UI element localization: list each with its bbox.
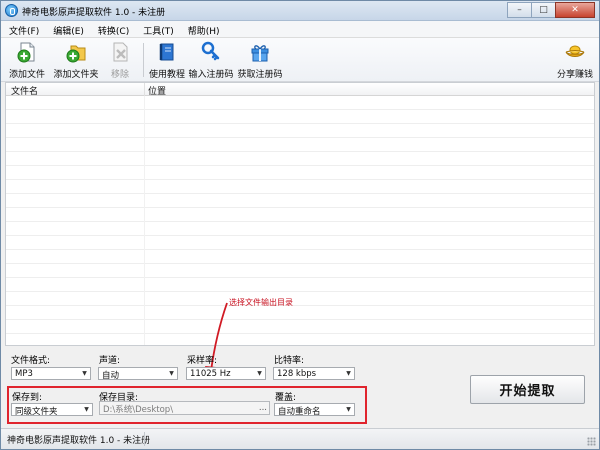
list-column-line (144, 96, 145, 345)
get-code-button[interactable]: 获取注册码 (237, 40, 283, 80)
window-title: 神奇电影原声提取软件 1.0 - 未注册 (22, 8, 166, 18)
overwrite-value: 自动重命名 (278, 407, 321, 416)
channel-select[interactable]: 自动 ▼ (98, 367, 178, 380)
bitrate-value: 128 kbps (277, 369, 317, 379)
toolbar-separator (143, 43, 144, 77)
savedir-field[interactable]: D:\系统\Desktop\ ... (99, 401, 270, 415)
get-code-label: 获取注册码 (237, 70, 283, 80)
browse-button[interactable]: ... (259, 403, 267, 413)
channel-value: 自动 (102, 371, 120, 380)
start-extract-button[interactable]: 开始提取 (470, 375, 585, 404)
enter-code-label: 输入注册码 (188, 70, 234, 80)
saveto-label: 保存到: (12, 393, 43, 403)
samplerate-label: 采样率: (187, 356, 218, 366)
bitrate-label: 比特率: (274, 356, 305, 366)
app-icon (5, 4, 18, 17)
menu-bar: 文件(F) 编辑(E) 转换(C) 工具(T) 帮助(H) (1, 21, 599, 38)
status-separator (144, 432, 145, 446)
list-rows (6, 96, 594, 345)
menu-help[interactable]: 帮助(H) (180, 21, 226, 37)
chevron-down-icon: ▼ (346, 370, 351, 377)
channel-label: 声道: (99, 356, 121, 366)
key-icon (201, 41, 220, 61)
savedir-value: D:\系统\Desktop\ (103, 405, 174, 415)
format-value: MP3 (15, 369, 33, 379)
add-folder-label: 添加文件夹 (53, 70, 99, 80)
chevron-down-icon: ▼ (346, 406, 351, 413)
overwrite-label: 覆盖: (275, 393, 297, 403)
gold-ingot-icon (565, 45, 585, 57)
format-label: 文件格式: (11, 356, 51, 366)
title-bar[interactable]: 神奇电影原声提取软件 1.0 - 未注册 – □ ✕ (1, 1, 599, 21)
close-button[interactable]: ✕ (555, 2, 595, 18)
chevron-down-icon: ▼ (257, 370, 262, 377)
menu-convert[interactable]: 转换(C) (90, 21, 135, 37)
toolbar: 添加文件 添加文件夹 移除 使用教程 输入注册码 获取注册码 分享赚钱 (1, 38, 599, 82)
file-list[interactable]: 文件名 位置 (5, 82, 595, 346)
saveto-select[interactable]: 同级文件夹 ▼ (11, 403, 93, 416)
enter-code-button[interactable]: 输入注册码 (188, 40, 234, 80)
remove-icon (113, 42, 128, 62)
menu-file[interactable]: 文件(F) (1, 21, 45, 37)
chevron-down-icon: ▼ (82, 370, 87, 377)
status-bar: 神奇电影原声提取软件 1.0 - 未注册 (1, 428, 599, 449)
chevron-down-icon: ▼ (169, 370, 174, 377)
bitrate-select[interactable]: 128 kbps ▼ (273, 367, 355, 380)
menu-tools[interactable]: 工具(T) (135, 21, 180, 37)
window-controls: – □ ✕ (507, 2, 595, 18)
gift-icon (251, 45, 269, 62)
chevron-down-icon: ▼ (84, 406, 89, 413)
samplerate-select[interactable]: 11025 Hz ▼ (186, 367, 266, 380)
status-text: 神奇电影原声提取软件 1.0 - 未注册 (7, 436, 151, 446)
add-file-label: 添加文件 (8, 70, 45, 80)
app-window: 神奇电影原声提取软件 1.0 - 未注册 – □ ✕ 文件(F) 编辑(E) 转… (0, 0, 600, 450)
book-icon (159, 43, 174, 61)
add-file-button[interactable]: 添加文件 (7, 40, 47, 80)
samplerate-value: 11025 Hz (190, 369, 231, 379)
resize-grip-icon[interactable] (587, 437, 596, 446)
list-header: 文件名 位置 (6, 83, 594, 97)
share-earn-button[interactable]: 分享赚钱 (555, 40, 595, 80)
tutorial-button[interactable]: 使用教程 (147, 40, 187, 80)
column-separator[interactable] (144, 83, 145, 96)
tutorial-label: 使用教程 (148, 70, 185, 80)
add-folder-icon (66, 45, 86, 63)
menu-edit[interactable]: 编辑(E) (45, 21, 90, 37)
annotation-text: 选择文件输出目录 (229, 298, 293, 307)
add-file-icon (17, 42, 35, 63)
add-folder-button[interactable]: 添加文件夹 (53, 40, 99, 80)
share-earn-label: 分享赚钱 (556, 70, 593, 80)
saveto-value: 同级文件夹 (15, 407, 58, 416)
minimize-button[interactable]: – (507, 2, 532, 18)
remove-button[interactable]: 移除 (105, 40, 135, 80)
maximize-button[interactable]: □ (531, 2, 556, 18)
remove-label: 移除 (110, 70, 129, 80)
overwrite-select[interactable]: 自动重命名 ▼ (274, 403, 355, 416)
format-select[interactable]: MP3 ▼ (11, 367, 91, 380)
